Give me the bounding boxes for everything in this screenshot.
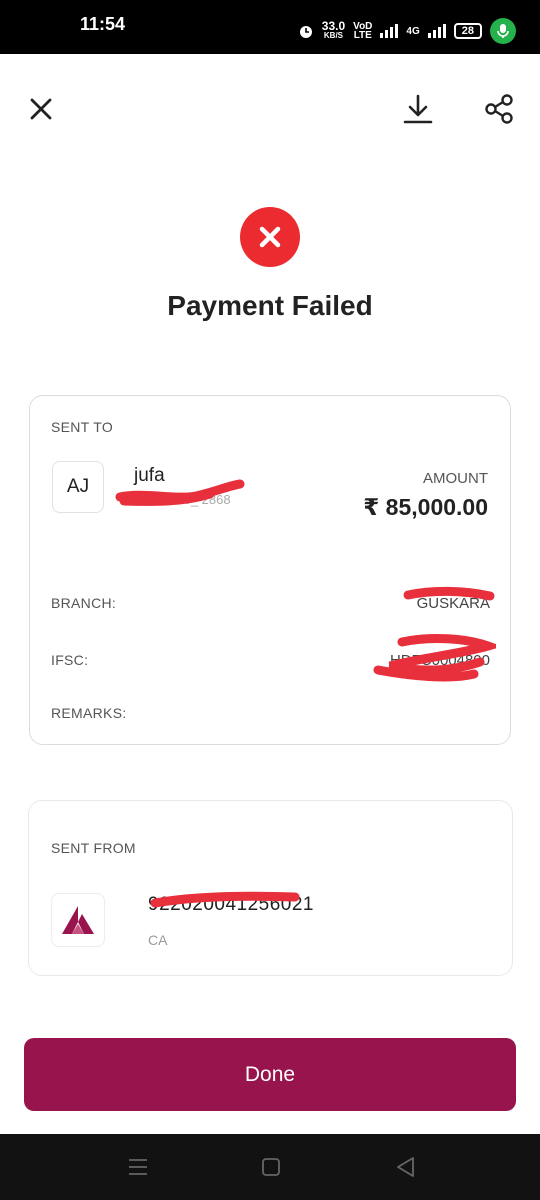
speed-value: 33.0 xyxy=(321,19,346,33)
done-button[interactable]: Done xyxy=(24,1038,516,1111)
remarks-label: REMARKS: xyxy=(51,705,127,721)
ifsc-label: IFSC: xyxy=(51,652,89,668)
ifsc-value: HDFC0004800 xyxy=(389,652,490,669)
battery-indicator: 28 xyxy=(453,23,482,39)
download-icon[interactable] xyxy=(401,92,435,126)
mic-icon xyxy=(490,18,516,44)
signal-icon-2 xyxy=(427,24,446,38)
sent-from-card: SENT FROM 922020041256021 CA xyxy=(28,800,513,976)
sent-to-card: SENT TO AJ jufa X00000_ 2868 AMOUNT ₹ 85… xyxy=(29,395,511,745)
volte-bottom: LTE xyxy=(353,30,372,41)
speed-unit: KB/S xyxy=(323,31,344,40)
sender-account-number: 922020041256021 xyxy=(148,894,315,915)
avatar-initials: AJ xyxy=(66,476,90,497)
bank-logo-icon xyxy=(51,893,105,947)
page-title: Payment Failed xyxy=(167,290,373,321)
close-icon[interactable] xyxy=(24,92,58,126)
status-bar: 11:54 33.0 KB/S VoD LTE 4G 28 xyxy=(0,0,540,54)
avatar: AJ xyxy=(52,461,104,513)
sender-account-type: CA xyxy=(148,932,168,948)
sent-from-label: SENT FROM xyxy=(51,840,136,856)
status-icons: 33.0 KB/S VoD LTE 4G 28 xyxy=(298,18,516,44)
branch-label: BRANCH: xyxy=(51,595,117,611)
status-time: 11:54 xyxy=(80,14,126,34)
menu-icon[interactable] xyxy=(125,1154,151,1180)
sent-to-label: SENT TO xyxy=(51,419,114,435)
network-type: 4G xyxy=(406,25,420,37)
error-x-icon xyxy=(240,207,300,267)
amount-label: AMOUNT xyxy=(423,470,488,487)
navigation-bar xyxy=(0,1134,540,1200)
network-speed: 33.0 KB/S xyxy=(321,19,346,40)
volte-indicator: VoD LTE xyxy=(353,22,372,41)
amount-value: ₹ 85,000.00 xyxy=(363,494,488,520)
home-square-icon[interactable] xyxy=(258,1154,284,1180)
share-icon[interactable] xyxy=(482,92,516,126)
back-triangle-icon[interactable] xyxy=(393,1154,419,1180)
alarm-icon xyxy=(299,26,312,38)
signal-icon xyxy=(380,24,399,38)
branch-value: GUSKARA xyxy=(416,595,490,612)
payee-name: jufa xyxy=(134,465,165,486)
payee-account: X00000_ 2868 xyxy=(146,492,231,507)
